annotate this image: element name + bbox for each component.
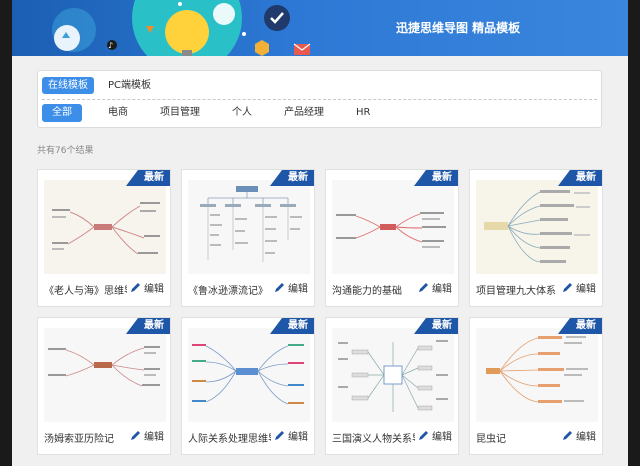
category-project-management[interactable]: 项目管理 <box>154 104 206 122</box>
category-product-manager[interactable]: 产品经理 <box>278 104 330 122</box>
divider <box>42 99 597 100</box>
edit-button[interactable]: 编辑 <box>271 280 308 295</box>
new-badge: 最新 <box>126 318 170 334</box>
mindmap-thumbnail <box>332 328 454 422</box>
mindmap-thumbnail <box>188 328 310 422</box>
card-title: 人际关系处理思维导图 <box>188 434 276 445</box>
template-source-tabs: 在线模板 PC端模板 <box>42 77 157 95</box>
edit-label: 编辑 <box>288 284 308 295</box>
category-filter: 全部 电商 项目管理 个人 产品经理 HR <box>42 104 376 122</box>
new-badge: 最新 <box>270 318 314 334</box>
edit-label: 编辑 <box>144 432 164 443</box>
pencil-icon <box>275 283 284 292</box>
card-title: 沟通能力的基础 <box>332 286 402 297</box>
new-badge: 最新 <box>414 170 458 186</box>
edit-button[interactable]: 编辑 <box>127 428 164 443</box>
template-card[interactable]: 最新 三国演义人物关系导图 编辑 <box>325 317 459 455</box>
pencil-icon <box>563 283 572 292</box>
card-title: 《鲁冰逊漂流记》 <box>188 286 268 297</box>
mindmap-thumbnail <box>188 180 310 274</box>
tab-online-templates[interactable]: 在线模板 <box>42 77 94 94</box>
template-card[interactable]: 最新 《老人与海》思维导图 编辑 <box>37 169 171 307</box>
edit-label: 编辑 <box>576 432 596 443</box>
category-hr[interactable]: HR <box>350 104 376 122</box>
card-title: 三国演义人物关系导图 <box>332 434 420 445</box>
template-card[interactable]: 最新 人际关系处理思维导图 编辑 <box>181 317 315 455</box>
tab-pc-templates[interactable]: PC端模板 <box>102 77 157 94</box>
pencil-icon <box>131 431 140 440</box>
svg-text:♪: ♪ <box>108 41 113 50</box>
category-personal[interactable]: 个人 <box>226 104 258 122</box>
pencil-icon <box>419 431 428 440</box>
edit-button[interactable]: 编辑 <box>415 428 452 443</box>
filter-panel: 在线模板 PC端模板 全部 电商 项目管理 个人 产品经理 HR <box>37 70 602 128</box>
pencil-icon <box>563 431 572 440</box>
edit-label: 编辑 <box>432 284 452 295</box>
card-title: 《老人与海》思维导图 <box>44 286 132 297</box>
template-card[interactable]: 最新 汤姆索亚历险记 编辑 <box>37 317 171 455</box>
template-card[interactable]: 最新 昆虫记 编辑 <box>469 317 603 455</box>
card-title: 汤姆索亚历险记 <box>44 434 114 445</box>
card-title: 昆虫记 <box>476 434 506 445</box>
new-badge: 最新 <box>126 170 170 186</box>
app-frame: ♪ 迅捷思维导图 精品模板 在线模板 PC端模板 全部 电商 项目管理 个人 产… <box>12 0 628 466</box>
mindmap-thumbnail <box>476 180 598 274</box>
edit-label: 编辑 <box>288 432 308 443</box>
mindmap-thumbnail <box>476 328 598 422</box>
result-count: 共有76个结果 <box>37 146 94 156</box>
mindmap-thumbnail <box>44 328 166 422</box>
edit-label: 编辑 <box>576 284 596 295</box>
banner-illustration: ♪ <box>52 0 311 56</box>
pencil-icon <box>419 283 428 292</box>
new-badge: 最新 <box>270 170 314 186</box>
edit-button[interactable]: 编辑 <box>415 280 452 295</box>
edit-label: 编辑 <box>144 284 164 295</box>
category-ecommerce[interactable]: 电商 <box>102 104 134 122</box>
mindmap-thumbnail <box>44 180 166 274</box>
edit-label: 编辑 <box>432 432 452 443</box>
pencil-icon <box>275 431 284 440</box>
new-badge: 最新 <box>414 318 458 334</box>
edit-button[interactable]: 编辑 <box>271 428 308 443</box>
pencil-icon <box>131 283 140 292</box>
category-all[interactable]: 全部 <box>42 104 82 122</box>
edit-button[interactable]: 编辑 <box>559 428 596 443</box>
template-card[interactable]: 最新 项目管理九大体系 编辑 <box>469 169 603 307</box>
new-badge: 最新 <box>558 318 602 334</box>
card-title: 项目管理九大体系 <box>476 286 556 297</box>
template-card[interactable]: 最新 《鲁冰逊漂流记》 编辑 <box>181 169 315 307</box>
edit-button[interactable]: 编辑 <box>559 280 596 295</box>
edit-button[interactable]: 编辑 <box>127 280 164 295</box>
new-badge: 最新 <box>558 170 602 186</box>
mindmap-thumbnail <box>332 180 454 274</box>
header-banner: ♪ 迅捷思维导图 精品模板 <box>12 0 628 56</box>
banner-title: 迅捷思维导图 精品模板 <box>396 21 521 35</box>
template-card[interactable]: 最新 沟通能力的基础 编辑 <box>325 169 459 307</box>
